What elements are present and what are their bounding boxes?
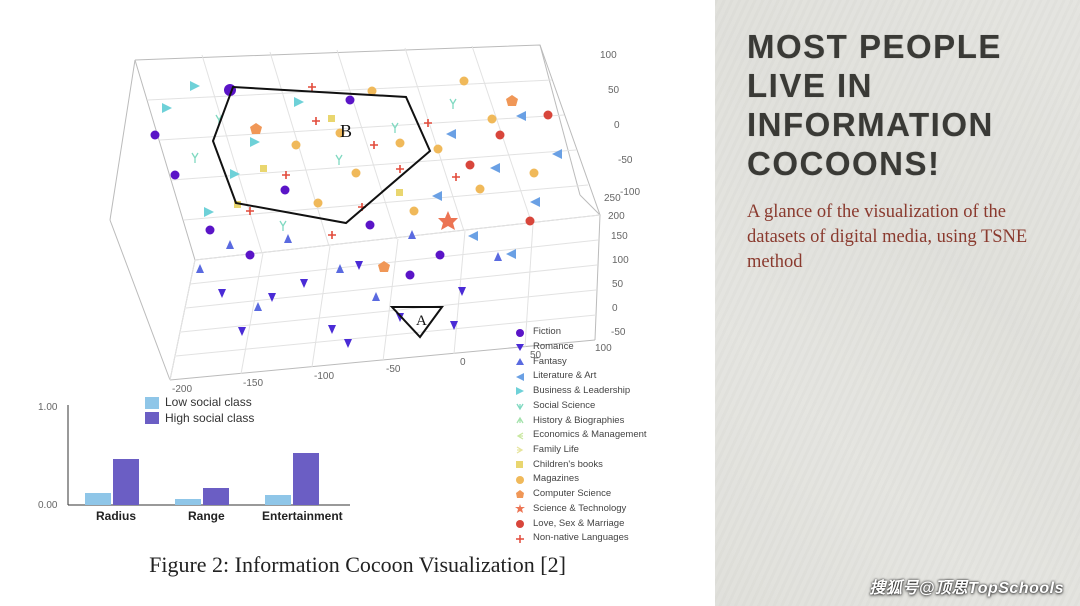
- main-figure-area: -200 -150 -100 -50 0 50 100 -50 0 50 100…: [0, 0, 715, 606]
- svg-text:1.00: 1.00: [38, 402, 58, 413]
- subtitle: A glance of the visualization of the dat…: [747, 200, 1048, 275]
- watermark: 搜狐号@顶思TopSchools: [869, 574, 1064, 598]
- svg-text:Range: Range: [188, 509, 225, 523]
- svg-text:100: 100: [612, 255, 629, 266]
- svg-text:50: 50: [608, 85, 620, 96]
- svg-text:Entertainment: Entertainment: [262, 509, 343, 523]
- region-label-B: B: [340, 121, 352, 141]
- svg-text:200: 200: [608, 211, 625, 222]
- svg-text:-50: -50: [386, 364, 401, 375]
- scatter-points: [151, 77, 563, 349]
- svg-text:Radius: Radius: [96, 509, 136, 523]
- svg-text:-100: -100: [314, 371, 334, 382]
- svg-text:0: 0: [460, 357, 466, 368]
- svg-text:-50: -50: [618, 155, 633, 166]
- region-label-A: A: [416, 313, 427, 329]
- scatter-legend: Fiction Romance Fantasy Literature & Art…: [515, 325, 695, 546]
- svg-text:0: 0: [614, 120, 620, 131]
- svg-text:0.00: 0.00: [38, 500, 58, 511]
- headline: MOST PEOPLE LIVE IN INFORMATION COCOONS!: [747, 28, 1048, 184]
- svg-text:-150: -150: [243, 378, 263, 389]
- bar-legend: Low social class High social class: [145, 395, 254, 426]
- sidebar-panel: MOST PEOPLE LIVE IN INFORMATION COCOONS!…: [715, 0, 1080, 606]
- svg-text:0: 0: [612, 303, 618, 314]
- figure-caption: Figure 2: Information Cocoon Visualizati…: [0, 552, 715, 578]
- svg-text:-100: -100: [620, 187, 640, 198]
- svg-text:150: 150: [611, 231, 628, 242]
- svg-text:100: 100: [600, 50, 617, 61]
- svg-text:50: 50: [612, 279, 624, 290]
- svg-text:250: 250: [604, 193, 621, 204]
